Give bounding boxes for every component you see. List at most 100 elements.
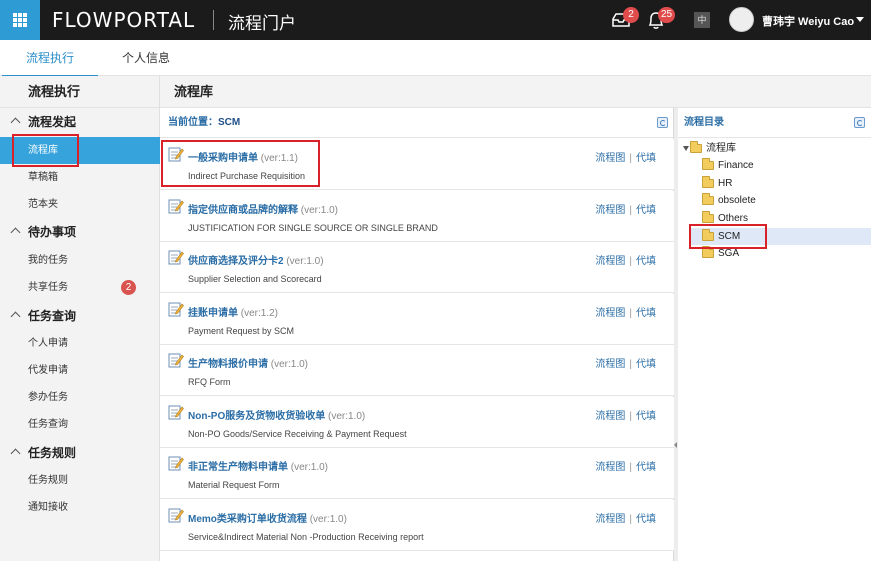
- process-row[interactable]: 生产物料报价申请 (ver:1.0) RFQ Form 流程图 | 代填: [160, 345, 674, 396]
- process-name-link[interactable]: Non-PO服务及货物收货验收单 (ver:1.0): [188, 407, 365, 422]
- top-bar: FLOWPORTAL 流程门户 2 25 中 曹玮宇 Weiyu Cao: [0, 0, 871, 40]
- process-name-link[interactable]: 供应商选择及评分卡2 (ver:1.0): [188, 252, 324, 267]
- process-name-link[interactable]: 挂账申请单 (ver:1.2): [188, 304, 278, 319]
- process-version: (ver:1.0): [328, 410, 366, 422]
- user-name[interactable]: 曹玮宇 Weiyu Cao: [762, 13, 854, 29]
- process-version: (ver:1.2): [240, 307, 279, 319]
- sidebar-item-proxy-requests[interactable]: 代发申请: [0, 357, 160, 384]
- highlight-box-tree: [689, 224, 767, 249]
- form-edit-icon: [168, 404, 184, 420]
- process-name-link[interactable]: Memo类采购订单收货流程 (ver:1.0): [188, 510, 347, 525]
- form-edit-icon: [168, 507, 184, 523]
- sidebar-group-todo[interactable]: 待办事项: [0, 219, 160, 245]
- process-version: (ver:1.0): [290, 462, 329, 473]
- process-actions: 流程图 | 代填: [595, 153, 656, 164]
- process-row[interactable]: 非正常生产物料申请单 (ver:1.0) Material Request For…: [160, 448, 674, 499]
- form-edit-icon: [168, 301, 184, 317]
- shared-task-badge: 2: [121, 280, 136, 295]
- flowchart-link[interactable]: 流程图: [595, 256, 625, 267]
- tree-expand-icon[interactable]: [683, 146, 689, 151]
- flowchart-link[interactable]: 流程图: [595, 205, 625, 216]
- proxy-fill-link[interactable]: 代填: [636, 411, 656, 422]
- process-subtitle: Non-PO Goods/Service Receiving & Payment…: [188, 428, 407, 439]
- sidebar-item-task-query[interactable]: 任务查询: [0, 411, 160, 438]
- form-edit-icon: [168, 352, 184, 368]
- process-version: (ver:1.0): [309, 513, 347, 525]
- process-name-link[interactable]: 指定供应商或品牌的解释 (ver:1.0): [188, 201, 338, 216]
- folder-icon: [702, 211, 714, 223]
- refresh-icon[interactable]: [657, 117, 668, 128]
- process-subtitle: Material Request Form: [188, 480, 280, 490]
- highlight-box-sidebar: [12, 134, 79, 167]
- sidebar-item-my-tasks[interactable]: 我的任务: [0, 247, 160, 274]
- process-row[interactable]: Memo类采购订单收货流程 (ver:1.0) Service&Indirect …: [160, 499, 674, 551]
- process-name-link[interactable]: 非正常生产物料申请单 (ver:1.0): [188, 458, 328, 473]
- process-actions: 流程图 | 代填: [595, 359, 656, 370]
- sidebar-group-query[interactable]: 任务查询: [0, 303, 160, 329]
- flowchart-link[interactable]: 流程图: [595, 514, 625, 525]
- sidebar-item-task-rules[interactable]: 任务规则: [0, 467, 160, 494]
- chevron-down-icon[interactable]: [856, 17, 864, 22]
- process-actions: 流程图 | 代填: [595, 462, 656, 473]
- folder-icon: [690, 141, 702, 153]
- chevron-up-icon: [10, 448, 21, 459]
- sidebar-item-participated-tasks[interactable]: 参办任务: [0, 384, 160, 411]
- sidebar-group-rules[interactable]: 任务规则: [0, 440, 160, 466]
- folder-icon: [702, 176, 714, 188]
- sidebar-item-shared-tasks[interactable]: 共享任务 2: [0, 274, 160, 301]
- proxy-fill-link[interactable]: 代填: [636, 205, 656, 216]
- proxy-fill-link[interactable]: 代填: [636, 308, 656, 319]
- brand-logo: FLOWPORTAL: [52, 8, 196, 32]
- collapse-arrow-icon[interactable]: [674, 442, 677, 448]
- process-row[interactable]: 挂账申请单 (ver:1.2) Payment Request by SCM 流程图…: [160, 293, 674, 345]
- process-version: (ver:1.0): [286, 256, 324, 267]
- process-subtitle: JUSTIFICATION FOR SINGLE SOURCE OR SINGL…: [188, 222, 438, 233]
- flowchart-link[interactable]: 流程图: [595, 462, 625, 473]
- avatar[interactable]: [729, 7, 754, 32]
- tray-badge: 2: [623, 7, 639, 23]
- highlight-box-process: [161, 140, 320, 187]
- folder-icon: [702, 246, 714, 258]
- sidebar-title: 流程执行: [0, 76, 159, 108]
- form-edit-icon: [168, 455, 184, 471]
- process-version: (ver:1.0): [270, 359, 309, 370]
- sidebar-group-start[interactable]: 流程发起: [0, 109, 160, 135]
- process-actions: 流程图 | 代填: [595, 307, 656, 319]
- proxy-fill-link[interactable]: 代填: [636, 359, 656, 370]
- flowchart-link[interactable]: 流程图: [595, 153, 625, 164]
- sidebar-item-drafts[interactable]: 草稿箱: [0, 164, 160, 191]
- process-subtitle: Service&Indirect Material Non -Productio…: [188, 531, 424, 542]
- flowchart-link[interactable]: 流程图: [595, 411, 625, 422]
- process-name-link[interactable]: 生产物料报价申请 (ver:1.0): [188, 355, 308, 370]
- process-actions: 流程图 | 代填: [595, 513, 656, 525]
- portal-title: 流程门户: [228, 14, 296, 34]
- app-grid-icon[interactable]: [0, 0, 40, 40]
- flowchart-link[interactable]: 流程图: [595, 359, 625, 370]
- sidebar-item-templates[interactable]: 范本夹: [0, 191, 160, 218]
- refresh-icon[interactable]: [854, 117, 865, 128]
- chevron-up-icon: [10, 311, 21, 322]
- sidebar-item-personal-requests[interactable]: 个人申请: [0, 330, 160, 357]
- tree-title: 流程目录: [678, 108, 871, 138]
- tab-personal-info[interactable]: 个人信息: [122, 40, 170, 76]
- folder-icon: [702, 193, 714, 205]
- proxy-fill-link[interactable]: 代填: [636, 256, 656, 267]
- process-subtitle: Payment Request by SCM: [188, 325, 295, 336]
- page-title: 流程库: [160, 76, 871, 108]
- proxy-fill-link[interactable]: 代填: [636, 514, 656, 525]
- folder-icon: [702, 158, 714, 170]
- process-row[interactable]: 指定供应商或品牌的解释 (ver:1.0) JUSTIFICATION FOR S…: [160, 190, 674, 242]
- process-row[interactable]: Non-PO服务及货物收货验收单 (ver:1.0) Non-PO Goods/S…: [160, 396, 674, 448]
- brand-divider: [213, 10, 214, 30]
- sidebar-item-notification-receive[interactable]: 通知接收: [0, 494, 160, 521]
- proxy-fill-link[interactable]: 代填: [636, 462, 656, 473]
- tab-process-execution[interactable]: 流程执行: [1, 40, 99, 77]
- proxy-fill-link[interactable]: 代填: [636, 153, 656, 164]
- language-switch[interactable]: 中: [694, 12, 710, 28]
- form-edit-icon: [168, 198, 184, 214]
- chevron-up-icon: [10, 117, 21, 128]
- breadcrumb-current: SCM: [218, 117, 241, 128]
- flowchart-link[interactable]: 流程图: [595, 308, 625, 319]
- process-actions: 流程图 | 代填: [595, 204, 656, 216]
- process-row[interactable]: 供应商选择及评分卡2 (ver:1.0) Supplier Selection a…: [160, 242, 674, 293]
